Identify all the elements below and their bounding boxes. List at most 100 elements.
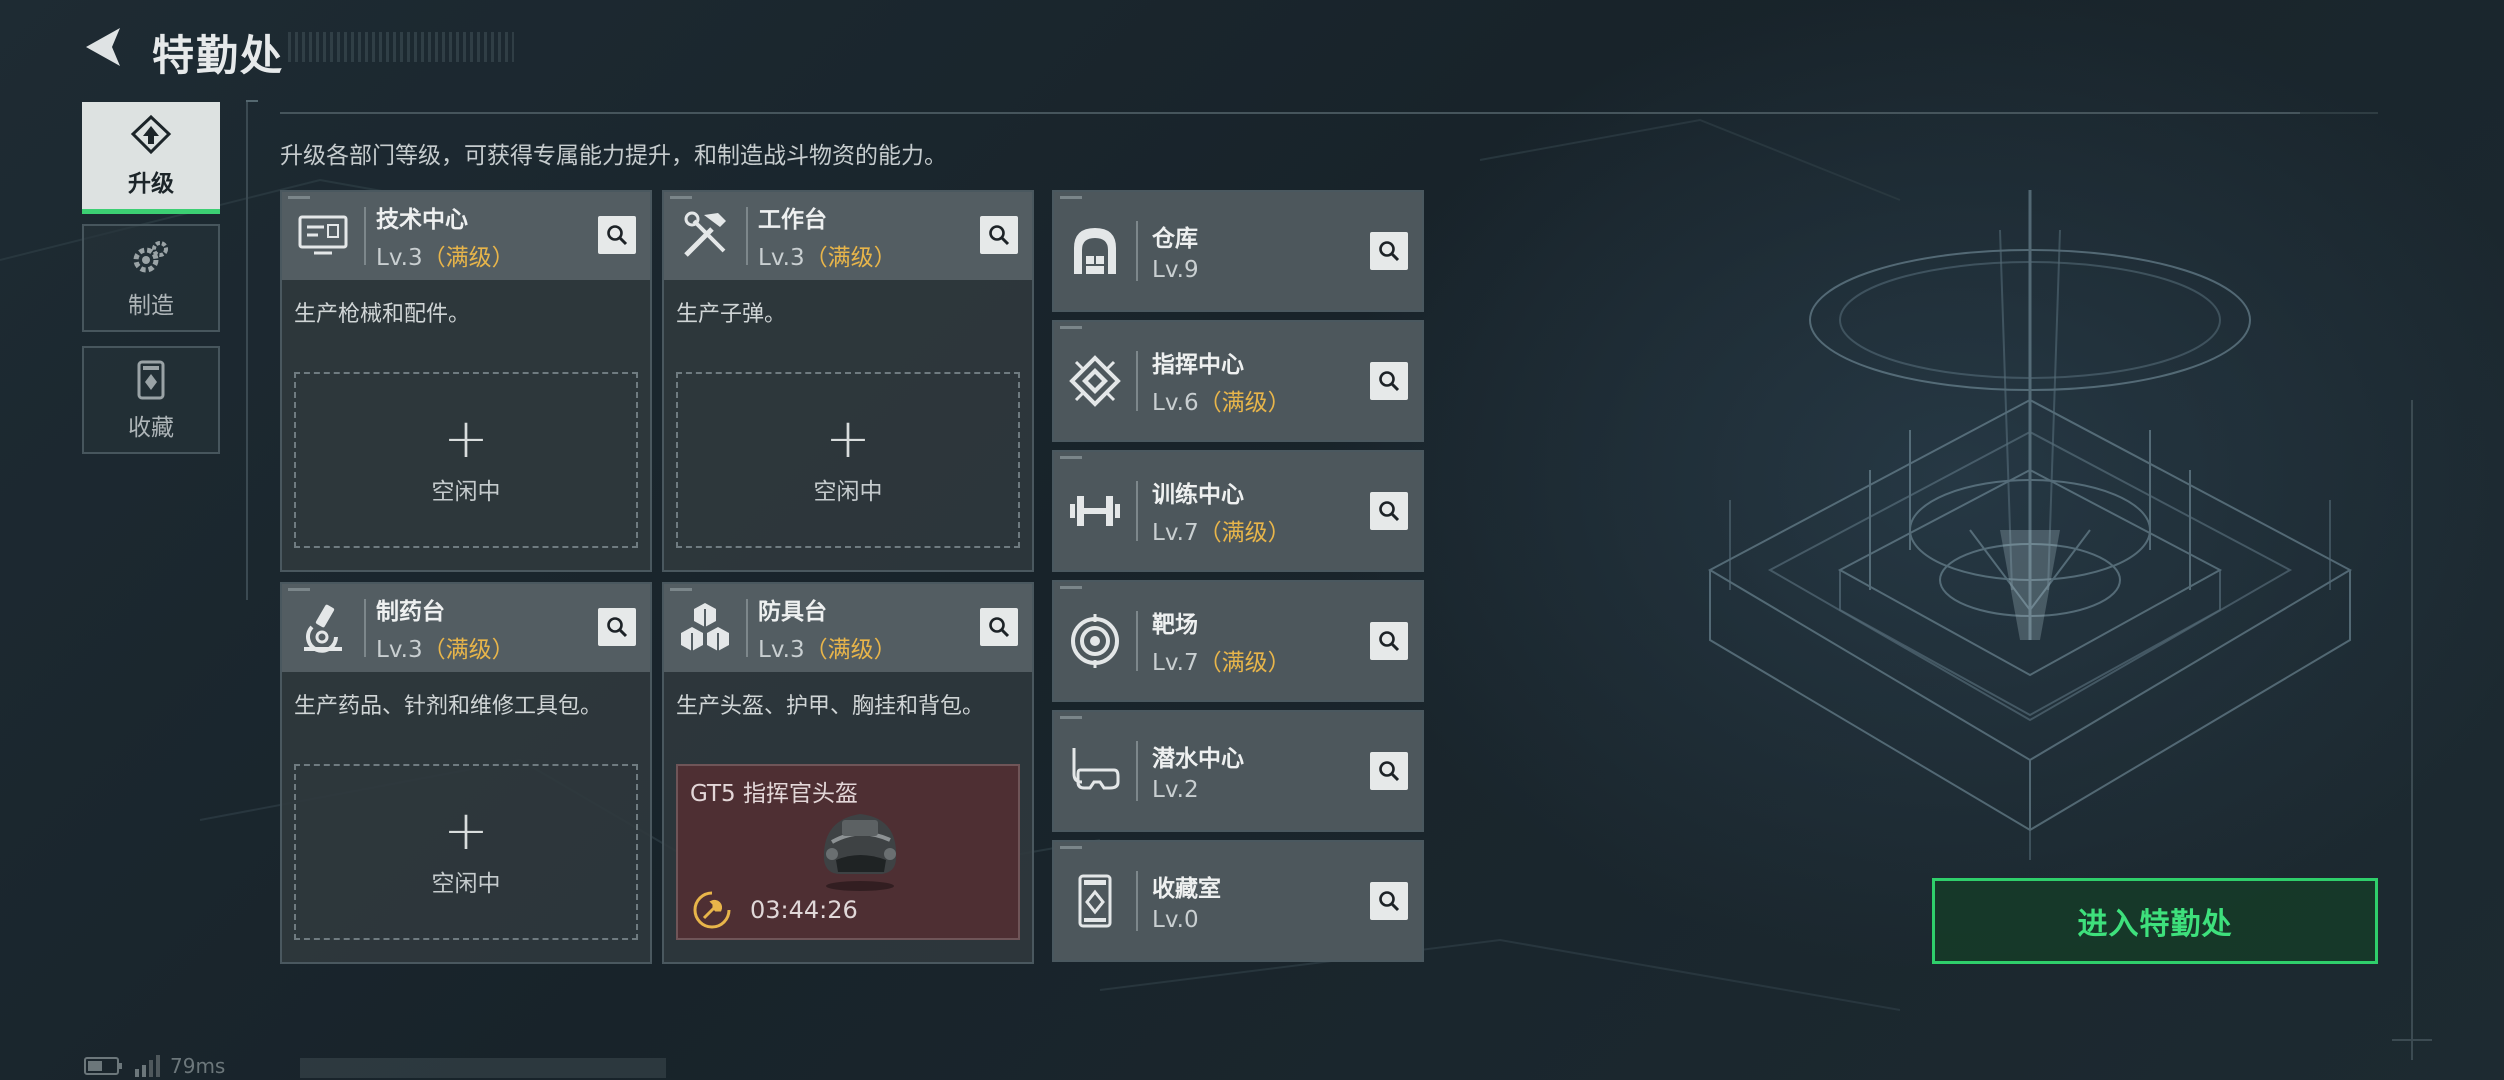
facility-name: 防具台: [758, 599, 827, 625]
facility-level: Lv.7（满级）: [1152, 643, 1291, 677]
production-slot-empty[interactable]: + 空闲中: [294, 764, 638, 940]
facility-card-collection-room[interactable]: 收藏室 Lv.0: [1052, 840, 1424, 962]
level-value: Lv.6: [1152, 390, 1199, 416]
upgrade-icon: [130, 114, 172, 155]
facility-card-tech-center[interactable]: 技术中心 Lv.3（满级） 生产枪械和配件。 + 空闲中: [280, 190, 652, 572]
nav-tab-manufacture[interactable]: 制造: [82, 224, 220, 332]
facility-level: Lv.0: [1152, 907, 1221, 933]
inspect-button[interactable]: [1370, 622, 1408, 660]
facility-card-command-center[interactable]: 指挥中心 Lv.6（满级）: [1052, 320, 1424, 442]
production-timer: 03:44:26: [750, 896, 858, 924]
slot-status: 空闲中: [431, 479, 501, 505]
inspect-button[interactable]: [1370, 232, 1408, 270]
inspect-button[interactable]: [598, 608, 636, 646]
facility-card-shooting-range[interactable]: 靶场 Lv.7（满级）: [1052, 580, 1424, 702]
facility-name: 训练中心: [1152, 482, 1244, 508]
nav-tab-collection[interactable]: 收藏: [82, 346, 220, 454]
nav-tab-label: 收藏: [128, 415, 174, 441]
facility-card-pharmacy[interactable]: 制药台 Lv.3（满级） 生产药品、针剂和维修工具包。 + 空闲中: [280, 582, 652, 964]
magnifier-icon: [607, 225, 628, 246]
facility-wireframe-illustration: [1707, 190, 2353, 860]
magnifier-icon: [1379, 761, 1400, 782]
production-slot-empty[interactable]: + 空闲中: [676, 372, 1020, 548]
nav-tab-upgrade[interactable]: 升级: [82, 102, 220, 214]
facility-name: 制药台: [376, 599, 445, 625]
top-rule: [280, 112, 2300, 114]
top-rule-end: [2300, 112, 2378, 114]
max-level-tag: （满级）: [1198, 390, 1291, 416]
header-separator: [746, 207, 748, 265]
max-level-tag: （满级）: [422, 245, 515, 271]
facility-card-armor-bench[interactable]: 防具台 Lv.3（满级） 生产头盔、护甲、胸挂和背包。 GT5 指挥官头盔 03…: [662, 582, 1034, 964]
diving-mask-icon: [1072, 748, 1120, 790]
inspect-button[interactable]: [980, 216, 1018, 254]
helmet-image: [823, 814, 897, 891]
card-tag: [1060, 456, 1082, 459]
back-arrow-icon[interactable]: [80, 24, 126, 70]
magnifier-icon: [1379, 371, 1400, 392]
add-icon: +: [825, 407, 871, 470]
facility-level: Lv.9: [1152, 257, 1199, 283]
max-level-tag: （满级）: [422, 637, 515, 663]
command-chip-icon: [1069, 355, 1121, 407]
magnifier-icon: [1379, 631, 1400, 652]
battery-icon: [84, 1057, 122, 1075]
magnifier-icon: [989, 617, 1010, 638]
level-value: Lv.3: [758, 637, 805, 663]
inspect-button[interactable]: [598, 216, 636, 254]
magnifier-icon: [1379, 501, 1400, 522]
facility-description: 生产头盔、护甲、胸挂和背包。: [676, 694, 985, 719]
max-level-tag: （满级）: [1198, 520, 1291, 546]
microscope-icon: [304, 604, 342, 653]
max-level-tag: （满级）: [804, 245, 897, 271]
header-separator: [1136, 741, 1138, 801]
magnifier-icon: [989, 225, 1010, 246]
production-slot-empty[interactable]: + 空闲中: [294, 372, 638, 548]
inspect-button[interactable]: [980, 608, 1018, 646]
facility-level: Lv.3（满级）: [758, 238, 897, 272]
card-tag: [670, 196, 692, 199]
header-separator: [364, 599, 366, 657]
header-separator: [1136, 221, 1138, 281]
facility-name: 仓库: [1152, 226, 1198, 252]
inspect-button[interactable]: [1370, 362, 1408, 400]
header-separator: [1136, 481, 1138, 541]
facility-card-diving-center[interactable]: 潜水中心 Lv.2: [1052, 710, 1424, 832]
enter-special-ops-button[interactable]: 进入特勤处: [1932, 878, 2378, 964]
card-tag: [1060, 326, 1082, 329]
ping-value: 79ms: [170, 1054, 226, 1078]
facility-name: 靶场: [1152, 612, 1198, 638]
collection-room-icon: [1078, 874, 1112, 928]
card-tag: [288, 588, 310, 591]
facility-name: 收藏室: [1152, 876, 1221, 902]
max-level-tag: （满级）: [1198, 650, 1291, 676]
signal-icon: [135, 1055, 160, 1077]
facility-name: 工作台: [758, 207, 827, 233]
facility-level: Lv.3（满级）: [376, 630, 515, 664]
facility-level: Lv.3（满级）: [758, 630, 897, 664]
nav-tab-label: 制造: [128, 293, 174, 319]
status-bar: 79ms: [84, 1054, 225, 1078]
facility-card-training-center[interactable]: 训练中心 Lv.7（满级）: [1052, 450, 1424, 572]
level-value: Lv.3: [376, 637, 423, 663]
inspect-button[interactable]: [1370, 492, 1408, 530]
inspect-button[interactable]: [1370, 882, 1408, 920]
nav-tab-label: 升级: [128, 171, 174, 197]
header-separator: [364, 207, 366, 265]
facility-level: Lv.7（满级）: [1152, 513, 1291, 547]
facility-card-warehouse[interactable]: 仓库 Lv.9: [1052, 190, 1424, 312]
inspect-button[interactable]: [1370, 752, 1408, 790]
side-divider-tick: [246, 100, 258, 102]
facility-name: 技术中心: [376, 207, 468, 233]
card-tag: [1060, 196, 1082, 199]
level-value: Lv.3: [758, 245, 805, 271]
header-separator: [1136, 351, 1138, 411]
card-tag: [1060, 846, 1082, 849]
wrench-timer-icon: [693, 891, 731, 929]
max-level-tag: （满级）: [804, 637, 897, 663]
facility-description: 生产子弹。: [676, 302, 787, 327]
facility-card-workbench[interactable]: 工作台 Lv.3（满级） 生产子弹。 + 空闲中: [662, 190, 1034, 572]
production-slot-active[interactable]: GT5 指挥官头盔 03:44:26: [676, 764, 1020, 940]
tools-icon: [684, 211, 726, 257]
magnifier-icon: [1379, 891, 1400, 912]
